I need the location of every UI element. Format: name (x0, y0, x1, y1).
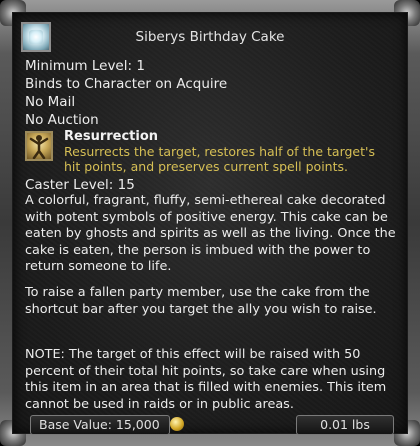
item-weight: 0.01 lbs (296, 415, 394, 435)
description-paragraph-3: NOTE: The target of this effect will be … (25, 347, 387, 412)
tooltip-frame: Siberys Birthday Cake Minimum Level: 1 B… (0, 0, 420, 446)
base-value: Base Value: 15,000 (30, 415, 170, 435)
no-auction: No Auction (25, 112, 99, 128)
minimum-level: Minimum Level: 1 (25, 58, 145, 74)
description-paragraph-1: A colorful, fragrant, fluffy, semi-ether… (25, 193, 396, 274)
caster-level: Caster Level: 15 (25, 177, 135, 193)
binding-info: Binds to Character on Acquire (25, 76, 228, 92)
coin-icon (170, 417, 184, 431)
spell-description: Resurrects the target, restores half of … (64, 144, 375, 174)
description-paragraph-2: To raise a fallen party member, use the … (25, 285, 377, 317)
cake-icon-glow (29, 30, 43, 44)
resurrection-figure (29, 135, 49, 160)
spell-name: Resurrection (64, 129, 159, 144)
no-mail: No Mail (25, 94, 76, 110)
item-title: Siberys Birthday Cake (135, 29, 285, 45)
resurrection-icon (25, 131, 53, 161)
cake-icon (21, 22, 51, 52)
